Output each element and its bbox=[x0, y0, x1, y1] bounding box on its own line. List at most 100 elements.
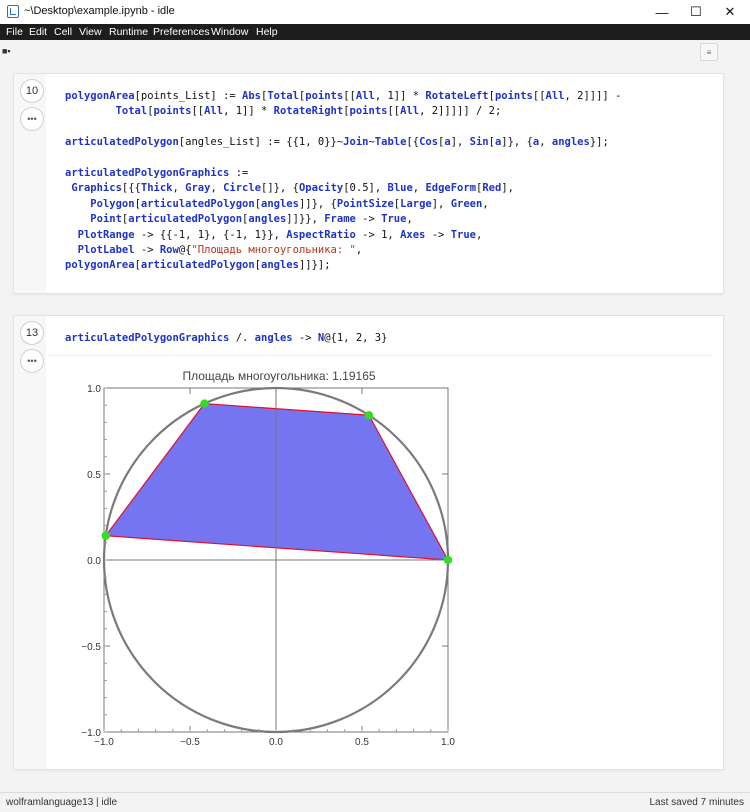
app-logo-icon bbox=[7, 5, 19, 18]
code-token: PointSize bbox=[336, 197, 394, 210]
code-line: articulatedPolygonGraphics /. angles -> … bbox=[65, 331, 387, 346]
code-token: [{{ bbox=[121, 182, 141, 195]
code-token: AspectRatio bbox=[286, 228, 356, 241]
code-token: All bbox=[545, 90, 565, 102]
code-token: := bbox=[229, 167, 249, 179]
code-token: ]]}]; bbox=[298, 259, 331, 272]
code-token: @{1, 2, 3} bbox=[324, 332, 388, 344]
menu-cell[interactable]: Cell bbox=[54, 26, 72, 38]
code-token: points bbox=[305, 90, 344, 102]
execution-count: 13 bbox=[20, 321, 44, 345]
cell-menu-button[interactable]: ••• bbox=[20, 349, 44, 373]
x-tick-label: 1.0 bbox=[441, 737, 455, 748]
code-token: Axes bbox=[400, 228, 426, 241]
code-token: ]]}, { bbox=[298, 197, 337, 210]
code-token: angles bbox=[261, 197, 299, 210]
code-token: Green bbox=[450, 197, 483, 210]
maximize-button[interactable]: ☐ bbox=[679, 0, 713, 24]
code-token: articulatedPolygonGraphics bbox=[65, 167, 230, 179]
vertex-point bbox=[200, 399, 209, 408]
code-token: , 1]] * bbox=[223, 105, 274, 118]
code-token: Gray bbox=[185, 182, 211, 195]
code-token: [[ bbox=[191, 105, 205, 118]
code-token: -> bbox=[292, 332, 318, 344]
code-token: All bbox=[204, 105, 224, 118]
code-cell[interactable]: 10 ••• polygonArea[points_List] := Abs[T… bbox=[13, 73, 724, 294]
collapse-all-button[interactable]: ≡ bbox=[700, 43, 718, 61]
code-editor[interactable]: articulatedPolygonGraphics /. angles -> … bbox=[65, 331, 387, 346]
code-token: , 2]]]]] / 2; bbox=[419, 105, 502, 118]
window-title: ~\Desktop\example.ipynb - idle bbox=[24, 5, 175, 17]
code-token: RotateLeft bbox=[425, 90, 489, 102]
code-token: -> bbox=[134, 244, 160, 257]
code-token: True bbox=[450, 228, 476, 241]
code-token: articulatedPolygon bbox=[140, 197, 255, 210]
close-button[interactable]: ✕ bbox=[713, 0, 747, 24]
code-token: EdgeForm bbox=[425, 182, 477, 195]
execution-count: 10 bbox=[20, 79, 44, 103]
code-token: Total bbox=[115, 105, 148, 118]
code-token: Table bbox=[374, 136, 407, 149]
code-token: Join bbox=[343, 136, 369, 149]
output-divider bbox=[48, 355, 713, 356]
code-line: Graphics[{{Thick, Gray, Circle[]}, {Opac… bbox=[65, 181, 621, 196]
minimize-button[interactable]: — bbox=[645, 0, 679, 24]
code-token: polygonArea bbox=[65, 90, 135, 102]
code-token: , bbox=[482, 197, 489, 210]
x-tick-label: −0.5 bbox=[180, 737, 200, 748]
menu-runtime[interactable]: Runtime bbox=[109, 26, 148, 38]
menu-preferences[interactable]: Preferences bbox=[153, 26, 210, 38]
code-token: Blue bbox=[387, 182, 413, 195]
code-token: Red bbox=[482, 182, 502, 195]
code-token: -> 1, bbox=[355, 228, 401, 241]
code-token: -> bbox=[355, 213, 382, 226]
code-token: Large bbox=[400, 197, 432, 210]
menu-window[interactable]: Window bbox=[211, 26, 248, 38]
code-editor[interactable]: polygonArea[points_List] := Abs[Total[po… bbox=[65, 89, 621, 274]
code-token: []}, { bbox=[261, 182, 299, 195]
code-token: Total bbox=[267, 90, 299, 102]
code-token: All bbox=[355, 90, 375, 102]
graphics-output: Площадь многоугольника: 1.19165 −1.0−1.0… bbox=[81, 369, 455, 748]
code-line: polygonArea[articulatedPolygon[angles]]}… bbox=[65, 258, 621, 273]
y-tick-label: −0.5 bbox=[81, 642, 101, 653]
code-token: [[ bbox=[532, 90, 546, 102]
code-token: Abs bbox=[242, 90, 261, 102]
code-token: Polygon bbox=[90, 197, 135, 210]
y-tick-label: −1.0 bbox=[81, 728, 101, 739]
cell-menu-button[interactable]: ••• bbox=[20, 107, 44, 131]
code-token: points bbox=[494, 90, 533, 102]
sidebar-toggle-icon[interactable]: ■▪ bbox=[2, 46, 11, 56]
toolbar: ■▪ bbox=[0, 40, 750, 67]
code-token: ], bbox=[501, 182, 514, 195]
menu-help[interactable]: Help bbox=[256, 26, 278, 38]
menu-edit[interactable]: Edit bbox=[29, 26, 47, 38]
y-tick-label: 0.5 bbox=[87, 470, 101, 481]
code-line: Polygon[articulatedPolygon[angles]]}, {P… bbox=[65, 197, 621, 212]
menu-file[interactable]: File bbox=[6, 26, 23, 38]
menu-bar: File Edit Cell View Runtime Preferences … bbox=[0, 24, 750, 40]
code-token: angles bbox=[551, 136, 590, 149]
plot-title: Площадь многоугольника: 1.19165 bbox=[182, 369, 375, 383]
code-token: points bbox=[153, 105, 192, 118]
code-token: "Площадь многоугольника: " bbox=[191, 244, 356, 257]
menu-view[interactable]: View bbox=[79, 26, 102, 38]
code-token: RotateRight bbox=[273, 105, 344, 118]
save-status: Last saved 7 minutes bbox=[649, 797, 745, 808]
code-token: PlotRange bbox=[77, 228, 135, 241]
code-line: Total[points[[All, 1]] * RotateRight[poi… bbox=[65, 104, 621, 119]
code-token: , bbox=[355, 244, 363, 257]
code-line: articulatedPolygon[angles_List] := {{1, … bbox=[65, 135, 621, 150]
code-cell[interactable]: 13 ••• articulatedPolygonGraphics /. ang… bbox=[13, 315, 724, 770]
code-token: Thick bbox=[140, 182, 173, 195]
scrollbar[interactable] bbox=[741, 40, 750, 792]
code-token: All bbox=[400, 105, 420, 118]
code-token: Opacity bbox=[298, 182, 344, 195]
code-token: True bbox=[381, 213, 407, 226]
code-token: -> bbox=[425, 228, 451, 241]
